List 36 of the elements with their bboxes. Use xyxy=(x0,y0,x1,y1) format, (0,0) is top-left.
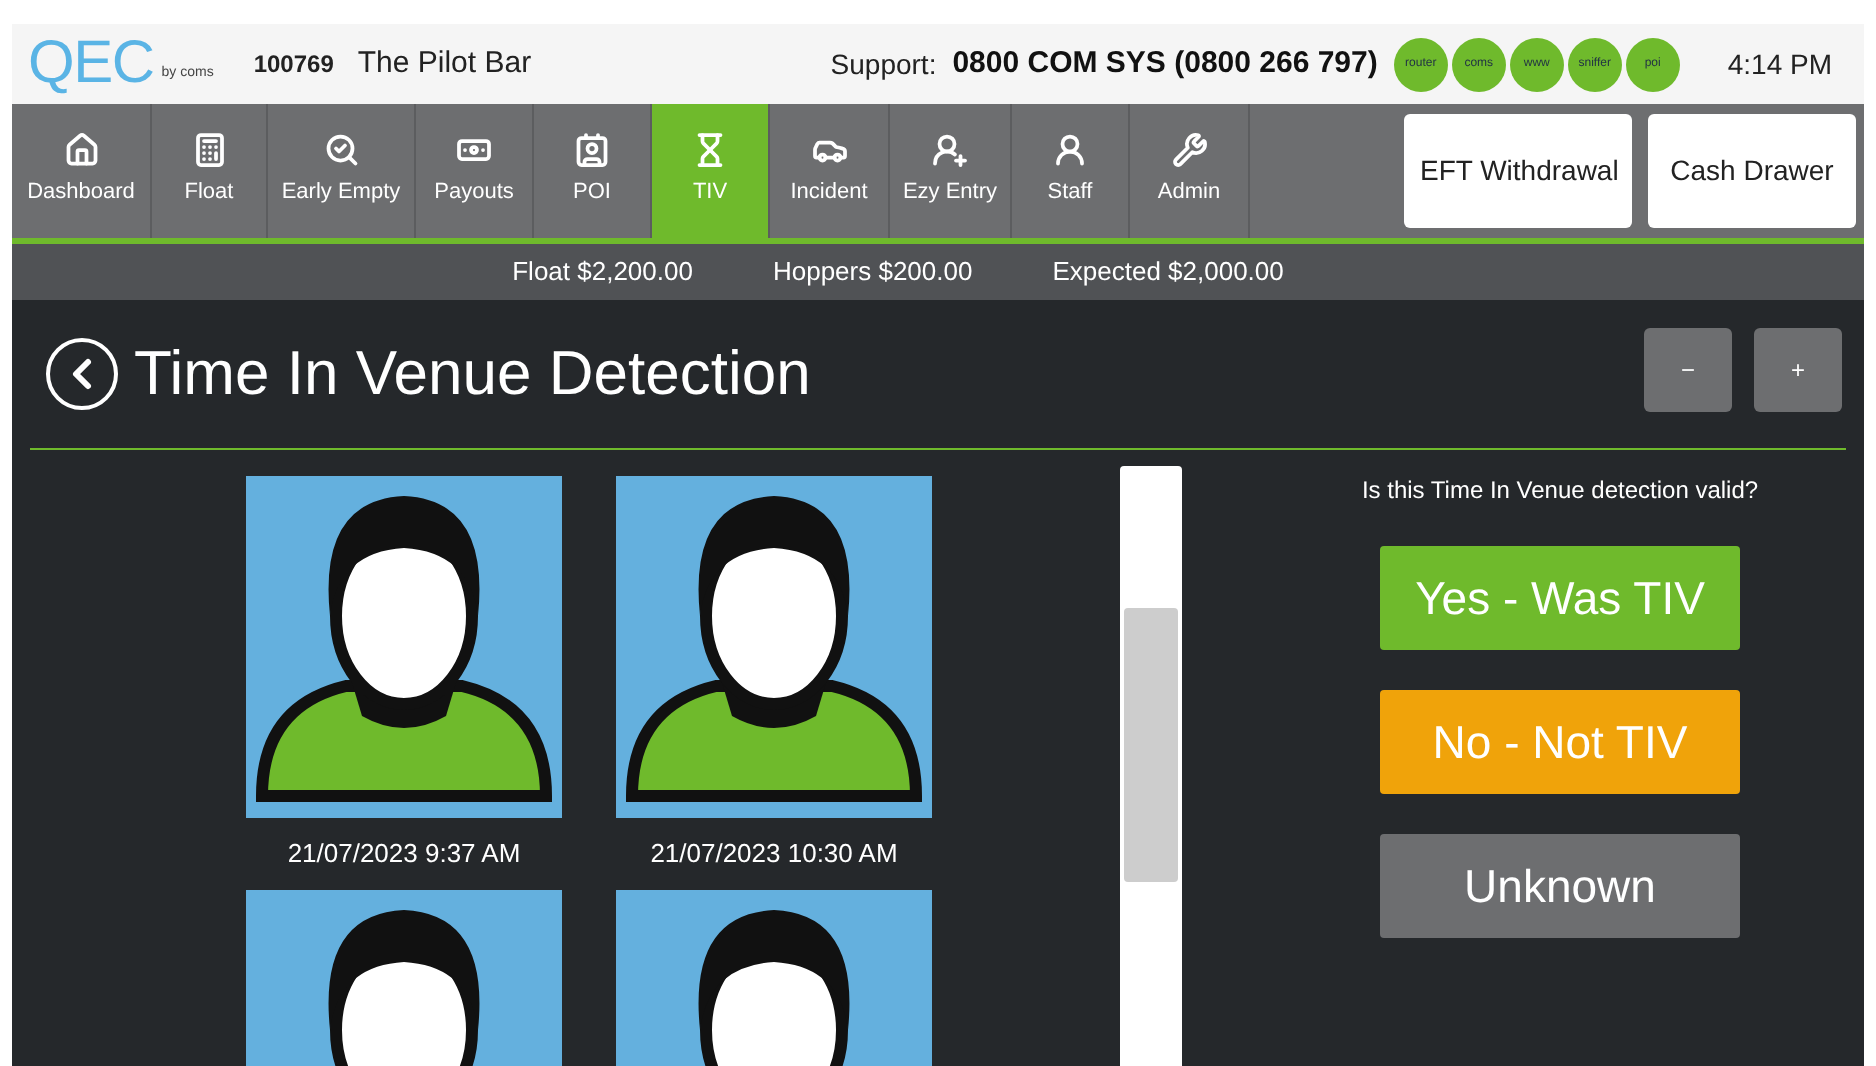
photo-placeholder[interactable] xyxy=(246,476,562,818)
validity-question: Is this Time In Venue detection valid? xyxy=(1361,474,1759,508)
wrench-icon xyxy=(1171,132,1207,169)
nav-tab[interactable]: Dashboard xyxy=(12,104,152,238)
nav-tab[interactable]: Payouts xyxy=(416,104,534,238)
magnifier-icon xyxy=(323,132,359,169)
summary-figure: Expected $2,000.00 xyxy=(1052,254,1284,291)
answer-button[interactable]: Unknown xyxy=(1380,834,1740,938)
nav-tab[interactable]: Incident xyxy=(770,104,890,238)
nav-tab[interactable]: Staff xyxy=(1012,104,1130,238)
logo: QEC xyxy=(28,34,154,94)
nav-tab[interactable]: Float xyxy=(152,104,268,238)
clock-time: 4:14 PM xyxy=(1727,45,1832,83)
id-card-icon xyxy=(574,132,610,169)
nav-tab[interactable]: Admin xyxy=(1130,104,1250,238)
back-button[interactable] xyxy=(46,338,118,410)
scrollbar-thumb[interactable] xyxy=(1124,608,1178,882)
zoom-button[interactable]: + xyxy=(1754,328,1842,412)
photo-placeholder[interactable] xyxy=(616,476,932,818)
detection-time: 21/07/2023 9:37 AM xyxy=(287,836,521,872)
support-number: 0800 COM SYS (0800 266 797) xyxy=(952,43,1378,84)
nav-tab[interactable]: Ezy Entry xyxy=(890,104,1012,238)
summary-figure: Hoppers $200.00 xyxy=(772,254,973,291)
home-icon xyxy=(63,132,99,169)
detection-time: 21/07/2023 10:30 AM xyxy=(650,836,898,872)
zoom-button[interactable]: − xyxy=(1644,328,1732,412)
summary-figure: Float $2,200.00 xyxy=(512,254,693,291)
person-icon xyxy=(1052,132,1088,169)
venue-name: The Pilot Bar xyxy=(357,43,532,84)
action-button[interactable]: EFT Withdrawal xyxy=(1404,114,1632,228)
page-title: Time In Venue Detection xyxy=(134,335,811,412)
nav-tab[interactable]: Early Empty xyxy=(268,104,416,238)
hourglass-icon xyxy=(692,132,728,169)
support-label: Support: xyxy=(830,45,937,84)
venue-id: 100769 xyxy=(253,48,334,82)
action-button[interactable]: Cash Drawer xyxy=(1648,114,1856,228)
